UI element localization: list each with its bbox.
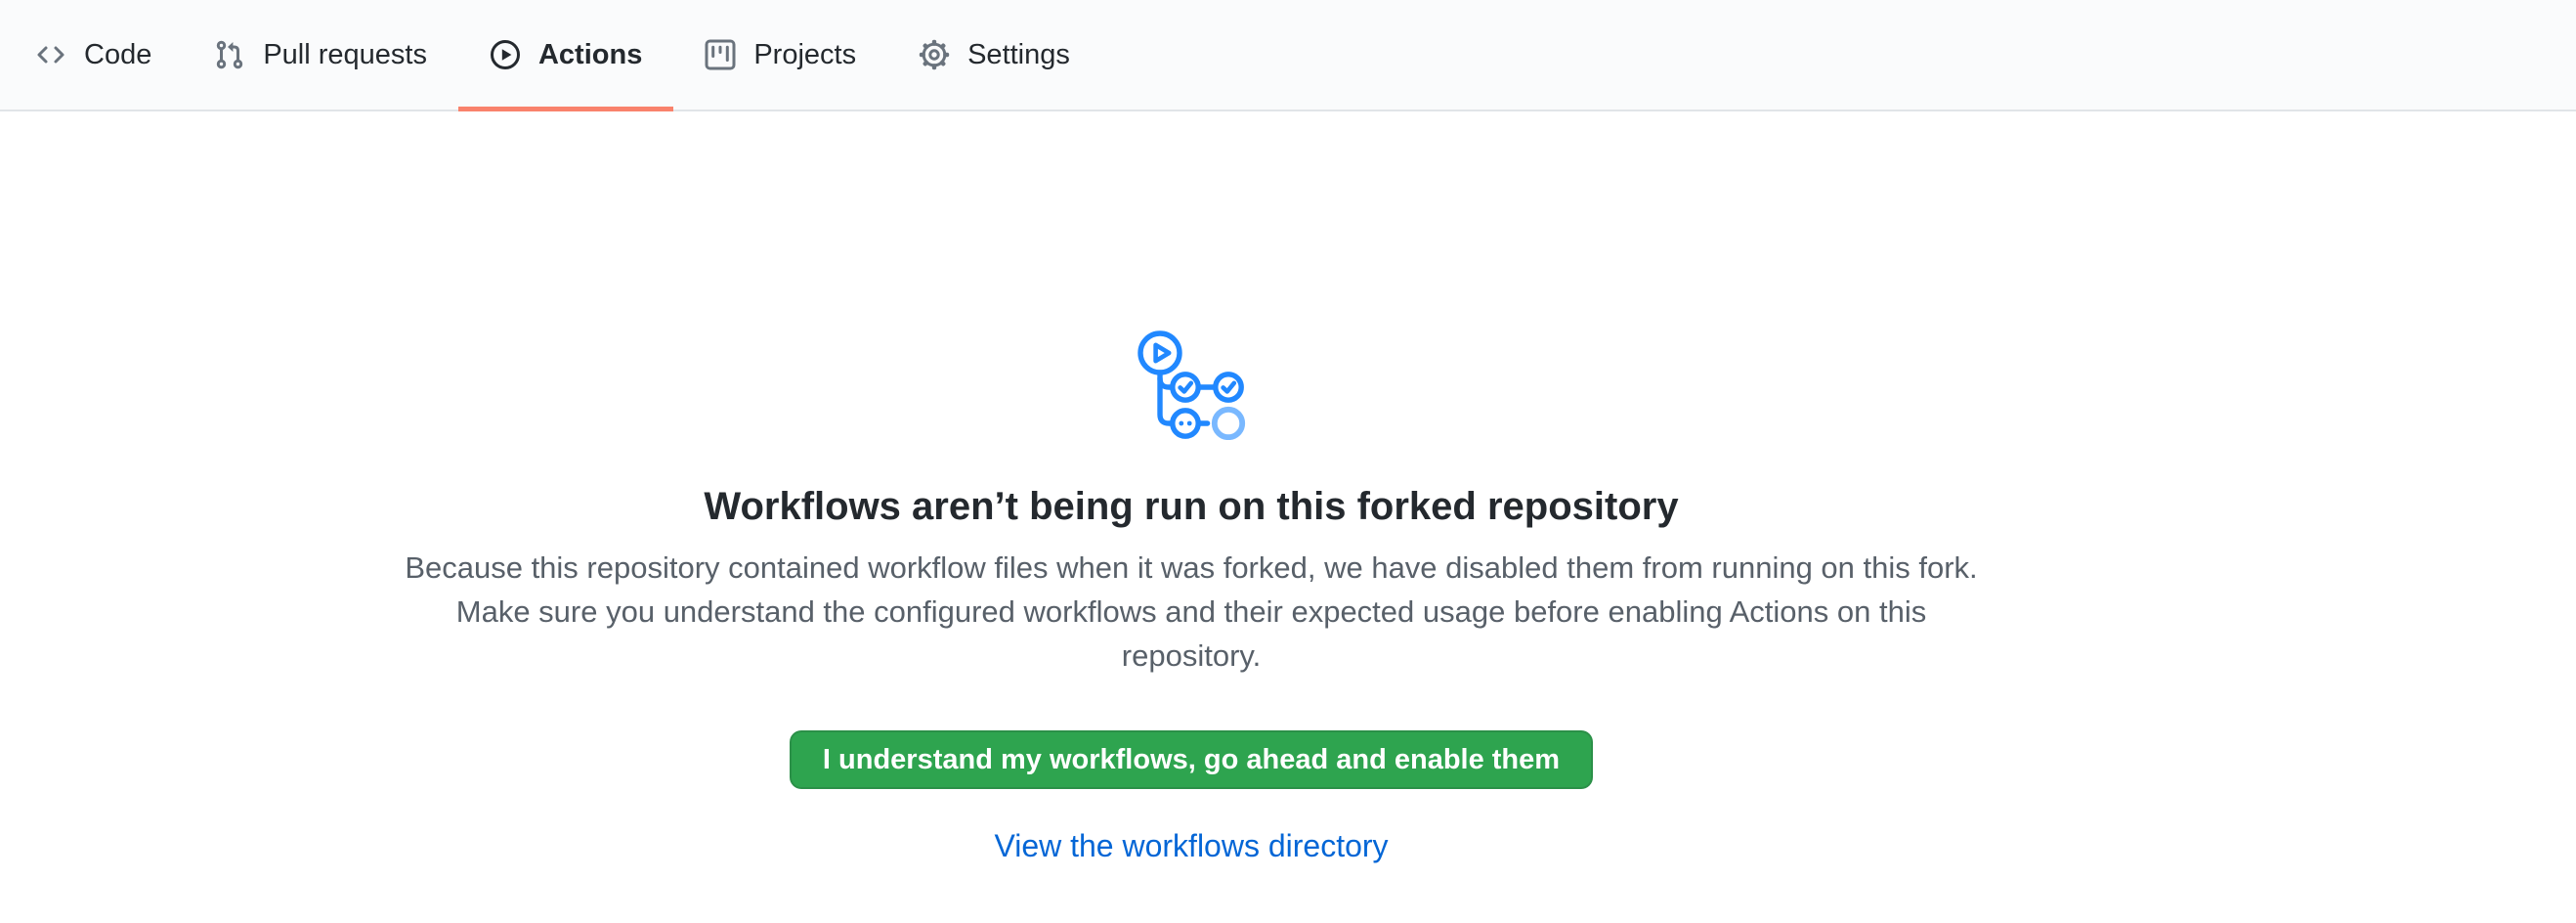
page-title: Workflows aren’t being run on this forke… [704,483,1678,530]
project-icon [705,39,736,70]
main-content: Workflows aren’t being run on this forke… [0,111,2383,864]
gear-icon [919,39,950,70]
git-pull-request-icon [214,39,245,70]
workflow-graph-icon [1137,329,1246,440]
code-icon [35,39,66,70]
tab-code[interactable]: Code [4,0,183,110]
tab-label: Code [84,41,151,69]
repo-tab-nav: Code Pull requests Actions [0,0,2576,111]
tab-pull-requests[interactable]: Pull requests [183,0,458,110]
actions-disabled-blankslate: Workflows aren’t being run on this forke… [0,111,2383,864]
play-icon [490,39,521,70]
tab-label: Settings [967,41,1070,69]
enable-workflows-button[interactable]: I understand my workflows, go ahead and … [790,730,1593,789]
tab-label: Actions [538,41,642,69]
tab-label: Pull requests [263,41,427,69]
tab-projects[interactable]: Projects [673,0,887,110]
description-text: Because this repository contained workfl… [395,546,1988,678]
view-workflows-directory-link[interactable]: View the workflows directory [994,828,1388,864]
tab-settings[interactable]: Settings [887,0,1101,110]
tab-label: Projects [753,41,856,69]
tab-actions[interactable]: Actions [458,0,673,110]
